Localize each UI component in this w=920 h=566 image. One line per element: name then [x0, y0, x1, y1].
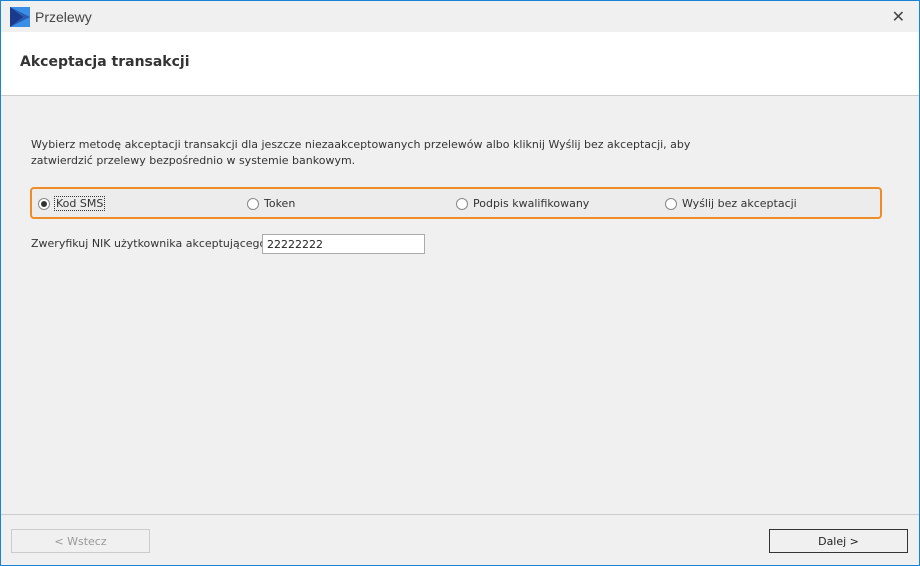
nik-label: Zweryfikuj NIK użytkownika akceptującego… — [31, 237, 270, 250]
acceptance-method-group: Kod SMS Token Podpis kwalifikowany Wyśli… — [30, 187, 882, 219]
footer-divider — [1, 514, 919, 515]
radio-podpis-kwalifikowany[interactable]: Podpis kwalifikowany — [456, 197, 589, 210]
app-logo-icon — [10, 6, 30, 27]
radio-button-icon[interactable] — [247, 197, 259, 210]
radio-token[interactable]: Token — [247, 197, 295, 210]
radio-button-icon[interactable] — [665, 197, 677, 210]
radio-kod-sms[interactable]: Kod SMS — [38, 196, 106, 211]
radio-label: Kod SMS — [53, 196, 106, 211]
radio-label: Podpis kwalifikowany — [473, 197, 590, 210]
close-icon[interactable]: ✕ — [892, 7, 905, 26]
page-header: Akceptacja transakcji — [1, 32, 919, 96]
page-title: Akceptacja transakcji — [20, 54, 190, 70]
radio-wyslij-bez-akceptacji[interactable]: Wyślij bez akceptacji — [665, 197, 797, 210]
dialog-window: Przelewy ✕ Akceptacja transakcji Wybierz… — [0, 0, 920, 566]
next-button[interactable]: Dalej > — [769, 529, 908, 553]
title-bar: Przelewy ✕ — [1, 1, 919, 32]
radio-label: Wyślij bez akceptacji — [682, 197, 797, 210]
radio-label: Token — [264, 197, 296, 210]
nik-input[interactable] — [262, 234, 425, 254]
back-button[interactable]: < Wstecz — [11, 529, 150, 553]
instructions-text: Wybierz metodę akceptacji transakcji dla… — [31, 138, 691, 167]
radio-button-icon[interactable] — [38, 197, 50, 210]
window-title: Przelewy — [35, 8, 92, 25]
radio-button-icon[interactable] — [456, 197, 468, 210]
